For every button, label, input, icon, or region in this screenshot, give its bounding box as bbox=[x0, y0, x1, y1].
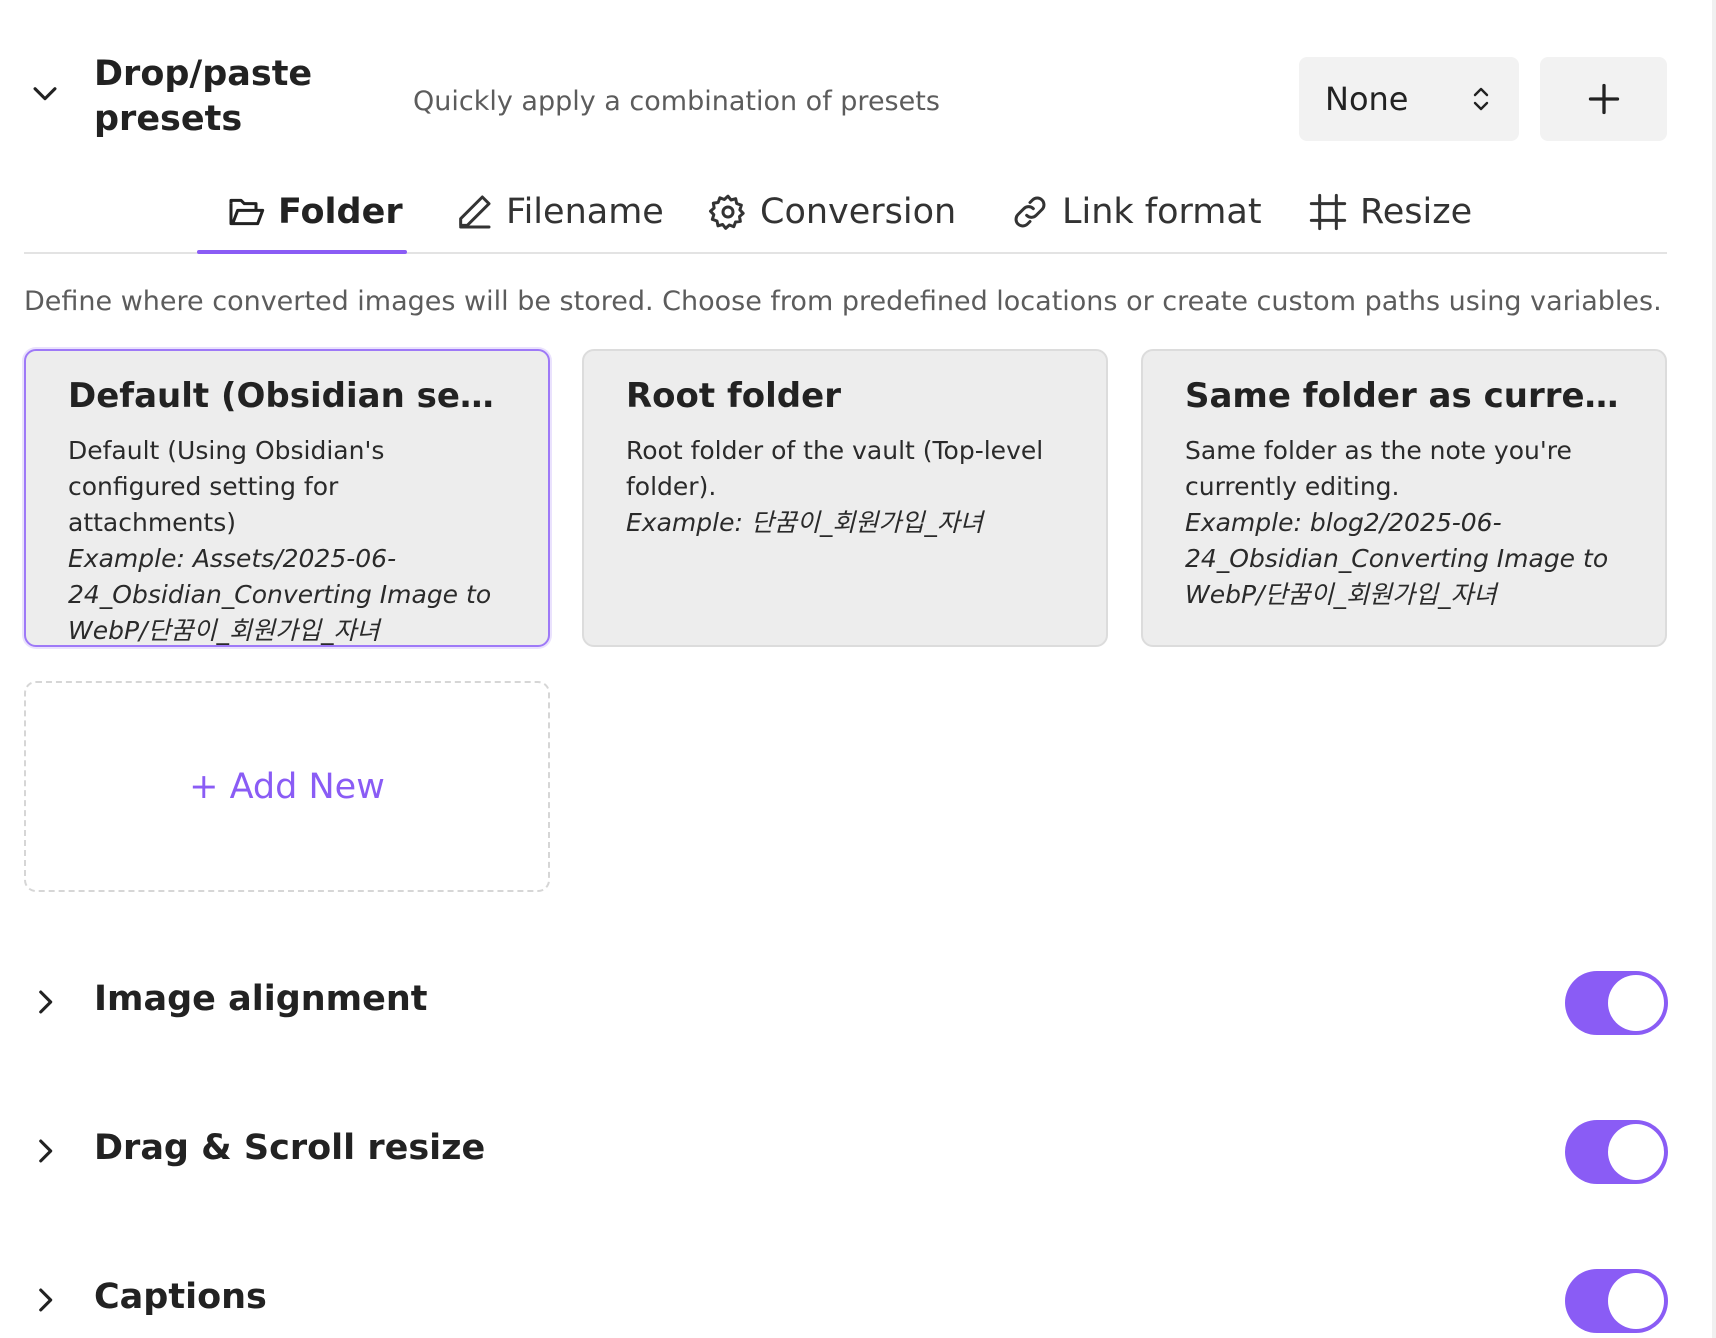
settings-page: Drop/paste presets Quickly apply a combi… bbox=[0, 0, 1716, 1338]
card-example: Example: 단꿈이_회원가입_자녀 bbox=[626, 508, 983, 537]
preset-select[interactable]: None bbox=[1299, 57, 1519, 141]
section-title: Drop/paste presets bbox=[94, 54, 313, 139]
add-new-folder-button[interactable]: + Add New bbox=[24, 681, 550, 892]
card-title: Root folder bbox=[626, 376, 841, 416]
link-icon bbox=[1014, 196, 1046, 228]
tab-filename[interactable]: Filename bbox=[454, 170, 664, 254]
folder-card-root[interactable]: Root folder Root folder of the vault (To… bbox=[582, 349, 1108, 647]
chevron-down-icon[interactable] bbox=[28, 76, 62, 110]
section-row-image-alignment[interactable]: Image alignment bbox=[28, 963, 1668, 1043]
card-title: Same folder as current ... bbox=[1185, 376, 1623, 416]
card-example: Example: Assets/2025-06-24_Obsidian_Conv… bbox=[68, 544, 492, 645]
tab-link-format[interactable]: Link format bbox=[1010, 170, 1262, 254]
section-row-title: Image alignment bbox=[94, 979, 428, 1019]
chevron-right-icon[interactable] bbox=[28, 1283, 62, 1317]
section-row-captions[interactable]: Captions bbox=[28, 1261, 1668, 1338]
chevron-right-icon[interactable] bbox=[28, 985, 62, 1019]
section-row-drag-scroll-resize[interactable]: Drag & Scroll resize bbox=[28, 1112, 1668, 1192]
tab-label: Conversion bbox=[760, 192, 957, 232]
card-title: Default (Obsidian setting) bbox=[68, 376, 506, 416]
card-body: Default (Using Obsidian's configured set… bbox=[68, 436, 385, 537]
chevron-right-icon[interactable] bbox=[28, 1134, 62, 1168]
card-body: Same folder as the note you're currently… bbox=[1185, 436, 1572, 501]
tab-label: Resize bbox=[1360, 192, 1473, 232]
tab-folder[interactable]: Folder bbox=[226, 170, 403, 254]
tab-label: Filename bbox=[506, 192, 664, 232]
tab-resize[interactable]: Resize bbox=[1308, 170, 1472, 254]
tab-label: Link format bbox=[1062, 192, 1262, 232]
toggle-knob bbox=[1608, 1124, 1664, 1180]
gear-icon bbox=[709, 194, 745, 230]
folder-open-icon bbox=[229, 198, 265, 226]
active-tab-indicator bbox=[197, 250, 407, 254]
section-description: Quickly apply a combination of presets bbox=[413, 86, 940, 117]
drag-scroll-resize-toggle[interactable] bbox=[1565, 1120, 1668, 1184]
select-arrows-icon bbox=[1473, 87, 1489, 111]
plus-icon bbox=[1588, 83, 1619, 115]
tab-label: Folder bbox=[278, 192, 403, 232]
folder-card-default[interactable]: Default (Obsidian setting) Default (Usin… bbox=[24, 349, 550, 647]
section-row-title: Drag & Scroll resize bbox=[94, 1128, 486, 1168]
folder-card-same-folder[interactable]: Same folder as current ... Same folder a… bbox=[1141, 349, 1667, 647]
section-row-title: Captions bbox=[94, 1277, 267, 1317]
folder-description: Define where converted images will be st… bbox=[24, 286, 1662, 317]
scrollbar-track[interactable] bbox=[1712, 0, 1716, 1338]
card-body: Root folder of the vault (Top-level fold… bbox=[626, 436, 1044, 501]
toggle-knob bbox=[1608, 975, 1664, 1031]
preset-select-value: None bbox=[1325, 80, 1409, 118]
toggle-knob bbox=[1608, 1273, 1664, 1329]
card-example: Example: blog2/2025-06-24_Obsidian_Conve… bbox=[1185, 508, 1609, 609]
image-alignment-toggle[interactable] bbox=[1565, 971, 1668, 1035]
add-preset-button[interactable] bbox=[1540, 57, 1667, 141]
captions-toggle[interactable] bbox=[1565, 1269, 1668, 1333]
tab-conversion[interactable]: Conversion bbox=[708, 170, 956, 254]
pencil-icon bbox=[459, 195, 491, 229]
crop-icon bbox=[1309, 193, 1347, 231]
preset-tabs: Folder Filename Conversion Link format R… bbox=[24, 170, 1667, 254]
